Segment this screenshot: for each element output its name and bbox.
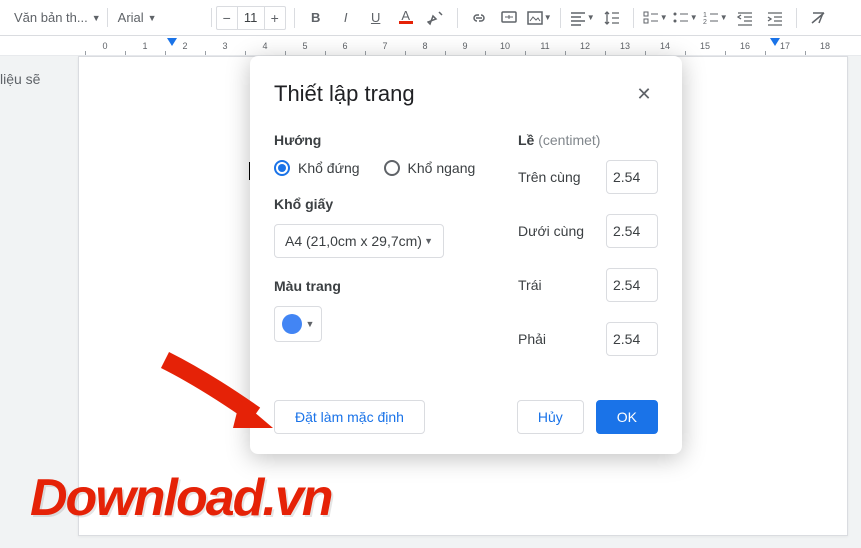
margins-label: Lề (centimet): [518, 132, 658, 148]
ruler-tick: 1: [125, 36, 165, 55]
margin-top-input[interactable]: [606, 160, 658, 194]
ruler-tick: 6: [325, 36, 365, 55]
ruler-marker-left[interactable]: [167, 38, 177, 46]
separator: [633, 8, 634, 28]
ruler-tick: 8: [405, 36, 445, 55]
page-color-label: Màu trang: [274, 278, 486, 294]
ok-button[interactable]: OK: [596, 400, 658, 434]
bullet-list-icon: [672, 9, 690, 27]
close-button[interactable]: ✕: [630, 80, 658, 108]
ruler-tick: 18: [805, 36, 845, 55]
line-spacing-icon: [603, 9, 621, 27]
ruler-tick: 0: [85, 36, 125, 55]
paper-size-select[interactable]: A4 (21,0cm x 29,7cm) ▼: [274, 224, 444, 258]
separator: [294, 8, 295, 28]
ruler-tick: 12: [565, 36, 605, 55]
bold-button[interactable]: B: [303, 5, 329, 31]
margin-right-label: Phải: [518, 331, 546, 347]
outdent-icon: [736, 9, 754, 27]
page-setup-dialog: Thiết lập trang ✕ Hướng Khổ đứng Khổ nga…: [250, 56, 682, 454]
font-select[interactable]: Arial ▼: [112, 8, 212, 27]
chevron-down-icon: ▼: [424, 236, 433, 246]
cancel-button[interactable]: Hủy: [517, 400, 584, 434]
orientation-landscape-radio[interactable]: Khổ ngang: [384, 160, 476, 176]
ruler-tick: 3: [205, 36, 245, 55]
comment-icon: [500, 9, 518, 27]
style-select[interactable]: Văn bản th... ▼: [8, 8, 108, 27]
bulleted-list-button[interactable]: ▼: [672, 5, 698, 31]
set-default-button[interactable]: Đặt làm mặc định: [274, 400, 425, 434]
font-select-label: Arial: [118, 10, 144, 25]
font-size-stepper: − 11 +: [216, 6, 286, 30]
insert-link-button[interactable]: [466, 5, 492, 31]
toolbar: Văn bản th... ▼ Arial ▼ − 11 + B I U A ▼…: [0, 0, 861, 36]
margin-left-input[interactable]: [606, 268, 658, 302]
separator: [796, 8, 797, 28]
indent-icon: [766, 9, 784, 27]
highlight-button[interactable]: [423, 5, 449, 31]
margin-bottom-label: Dưới cùng: [518, 223, 584, 239]
insert-image-button[interactable]: ▼: [526, 5, 552, 31]
page-color-select[interactable]: ▼: [274, 306, 322, 342]
decrease-font-button[interactable]: −: [217, 7, 237, 29]
ruler-tick: 4: [245, 36, 285, 55]
ruler-tick: 16: [725, 36, 765, 55]
increase-font-button[interactable]: +: [265, 7, 285, 29]
watermark: Download.vn: [30, 468, 332, 528]
margin-bottom-input[interactable]: [606, 214, 658, 248]
align-left-icon: [569, 9, 587, 27]
separator: [560, 8, 561, 28]
paper-size-label: Khổ giấy: [274, 196, 486, 212]
ruler-tick: 9: [445, 36, 485, 55]
radio-unchecked-icon: [384, 160, 400, 176]
link-icon: [470, 9, 488, 27]
svg-text:2: 2: [703, 19, 707, 26]
radio-checked-icon: [274, 160, 290, 176]
landscape-label: Khổ ngang: [408, 160, 476, 176]
font-size-value[interactable]: 11: [237, 7, 265, 29]
underline-button[interactable]: U: [363, 5, 389, 31]
insert-comment-button[interactable]: [496, 5, 522, 31]
italic-button[interactable]: I: [333, 5, 359, 31]
increase-indent-button[interactable]: [762, 5, 788, 31]
paper-size-value: A4 (21,0cm x 29,7cm): [285, 233, 422, 249]
ruler-tick: 5: [285, 36, 325, 55]
text-color-button[interactable]: A: [393, 5, 419, 31]
style-select-label: Văn bản th...: [14, 10, 88, 25]
chevron-down-icon: ▼: [306, 319, 315, 329]
dialog-title: Thiết lập trang: [274, 81, 415, 107]
numbered-list-button[interactable]: 12 ▼: [702, 5, 728, 31]
color-swatch-icon: [282, 314, 302, 334]
margin-top-label: Trên cùng: [518, 169, 581, 185]
margin-right-input[interactable]: [606, 322, 658, 356]
orientation-label: Hướng: [274, 132, 486, 148]
chevron-down-icon: ▼: [148, 13, 157, 23]
image-icon: [526, 9, 544, 27]
checklist-icon: [642, 9, 660, 27]
ruler-tick: 15: [685, 36, 725, 55]
ruler-tick: 11: [525, 36, 565, 55]
orientation-portrait-radio[interactable]: Khổ đứng: [274, 160, 360, 176]
margin-left-label: Trái: [518, 277, 542, 293]
svg-text:1: 1: [703, 12, 707, 19]
ruler-tick: 10: [485, 36, 525, 55]
chevron-down-icon: ▼: [92, 13, 101, 23]
outline-text: liệu sẽ: [0, 71, 60, 87]
ruler-tick: 7: [365, 36, 405, 55]
highlighter-icon: [427, 9, 445, 27]
line-spacing-button[interactable]: [599, 5, 625, 31]
ruler-tick: 13: [605, 36, 645, 55]
separator: [457, 8, 458, 28]
clear-format-icon: [809, 9, 827, 27]
ruler-tick: 14: [645, 36, 685, 55]
align-button[interactable]: ▼: [569, 5, 595, 31]
portrait-label: Khổ đứng: [298, 160, 360, 176]
decrease-indent-button[interactable]: [732, 5, 758, 31]
checklist-button[interactable]: ▼: [642, 5, 668, 31]
clear-formatting-button[interactable]: [805, 5, 831, 31]
ruler-marker-right[interactable]: [770, 38, 780, 46]
ruler: 0123456789101112131415161718: [0, 36, 861, 56]
numbered-list-icon: 12: [702, 9, 720, 27]
